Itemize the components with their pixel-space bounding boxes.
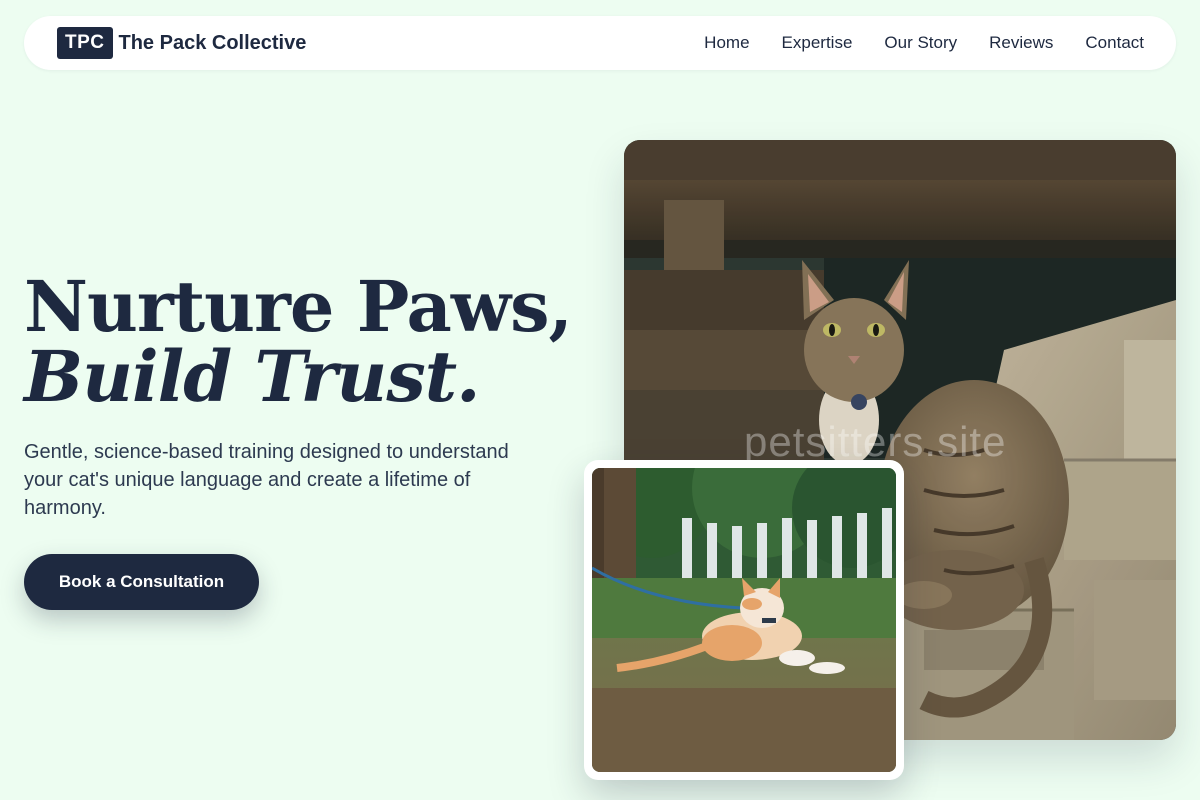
- hero-subtitle: Gentle, science-based training designed …: [24, 441, 509, 519]
- nav-link-our-story[interactable]: Our Story: [884, 33, 957, 52]
- hero-headline-line2: Build Trust.: [24, 335, 480, 418]
- nav-menu: Home Expertise Our Story Reviews Contact: [704, 16, 1144, 70]
- nav-link-reviews[interactable]: Reviews: [989, 33, 1053, 52]
- inset-kitten-photo: [592, 468, 896, 772]
- nav-link-home[interactable]: Home: [704, 33, 749, 52]
- inset-kitten-photo-frame: [584, 460, 904, 780]
- brand-name: The Pack Collective: [118, 31, 307, 54]
- page: TPC The Pack Collective Home Expertise O…: [0, 0, 1200, 800]
- orange-kitten-on-leash-photo: [592, 468, 896, 772]
- hero-headline: Nurture Paws, Build Trust.: [24, 265, 573, 418]
- top-navbar: TPC The Pack Collective Home Expertise O…: [24, 16, 1176, 70]
- brand-logo[interactable]: TPC The Pack Collective: [57, 27, 306, 59]
- nav-link-contact[interactable]: Contact: [1085, 33, 1144, 52]
- hero-headline-line1: Nurture Paws,: [24, 265, 573, 348]
- nav-link-expertise[interactable]: Expertise: [782, 33, 853, 52]
- photo-watermark: petsitters.site: [744, 418, 1007, 465]
- brand-badge: TPC: [57, 27, 113, 59]
- book-consultation-button[interactable]: Book a Consultation: [24, 554, 259, 610]
